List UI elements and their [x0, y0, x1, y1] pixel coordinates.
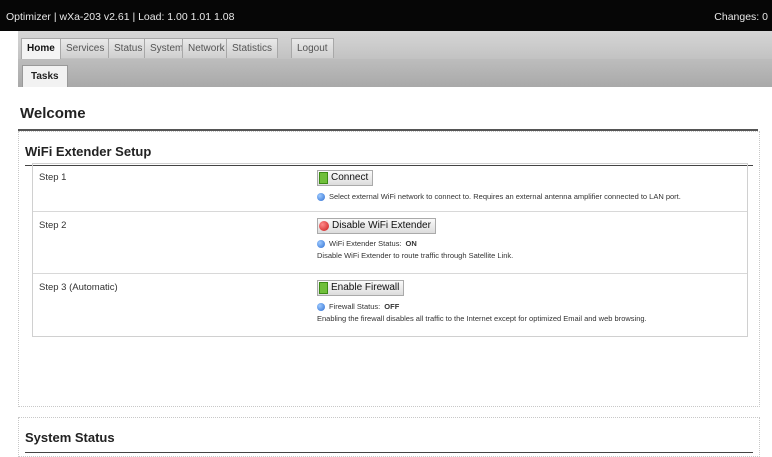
- info-icon: [317, 302, 325, 311]
- device-title: Optimizer | wXa-203 v2.61 | Load: 1.00 1…: [6, 11, 235, 23]
- step-note: Disable WiFi Extender to route traffic t…: [317, 251, 513, 260]
- step-info-text: Select external WiFi network to connect …: [329, 192, 681, 201]
- info-icon: [317, 192, 325, 201]
- step-note: Enabling the firewall disables all traff…: [317, 314, 647, 323]
- content-area: Welcome WiFi Extender Setup Step 1 Conne…: [18, 87, 772, 457]
- sub-menu: Tasks: [18, 59, 772, 87]
- table-row: Step 2 Disable WiFi Extender WiFi Extend…: [33, 212, 747, 274]
- disable-wifi-extender-label: Disable WiFi Extender: [332, 220, 431, 231]
- status-value: ON: [405, 239, 417, 248]
- tab-status[interactable]: Status: [108, 38, 149, 58]
- main-menu: Home Services Status System Network Stat…: [18, 31, 772, 59]
- tab-home[interactable]: Home: [21, 38, 61, 59]
- enable-firewall-button[interactable]: Enable Firewall: [317, 280, 405, 296]
- system-status-section: System Status: [18, 417, 760, 457]
- step-actions: Enable Firewall Firewall Status: OFF Ena…: [317, 280, 647, 323]
- connect-button[interactable]: Connect: [317, 170, 374, 186]
- step-label: Step 3 (Automatic): [39, 282, 118, 293]
- step-info: Select external WiFi network to connect …: [317, 192, 681, 201]
- step-label: Step 1: [39, 172, 67, 183]
- enable-firewall-label: Enable Firewall: [331, 282, 400, 293]
- steps-table: Step 1 Connect Select external WiFi netw…: [32, 163, 748, 337]
- tab-services[interactable]: Services: [60, 38, 111, 58]
- main-panel: Home Services Status System Network Stat…: [18, 31, 772, 457]
- tab-tasks[interactable]: Tasks: [22, 65, 68, 87]
- step-actions: Connect Select external WiFi network to …: [317, 170, 681, 201]
- table-row: Step 3 (Automatic) Enable Firewall Firew…: [33, 274, 747, 336]
- logout-button[interactable]: Logout: [291, 38, 334, 58]
- system-status-heading: System Status: [25, 430, 115, 445]
- wifi-extender-heading: WiFi Extender Setup: [25, 144, 152, 159]
- green-square-icon: [319, 282, 328, 294]
- section-divider: [25, 452, 753, 453]
- red-circle-icon: [319, 221, 329, 231]
- step-label: Step 2: [39, 220, 67, 231]
- wifi-extender-status: WiFi Extender Status: ON: [317, 239, 513, 248]
- step-actions: Disable WiFi Extender WiFi Extender Stat…: [317, 218, 513, 260]
- step-note-text: Enabling the firewall disables all traff…: [317, 314, 647, 323]
- green-square-icon: [319, 172, 328, 184]
- tab-statistics[interactable]: Statistics: [226, 38, 279, 58]
- firewall-status: Firewall Status: OFF: [317, 302, 647, 311]
- status-label: Firewall Status:: [329, 302, 381, 311]
- disable-wifi-extender-button[interactable]: Disable WiFi Extender: [317, 218, 436, 234]
- table-row: Step 1 Connect Select external WiFi netw…: [33, 164, 747, 212]
- step-note-text: Disable WiFi Extender to route traffic t…: [317, 251, 514, 260]
- status-label: WiFi Extender Status:: [329, 239, 402, 248]
- top-status-bar: Optimizer | wXa-203 v2.61 | Load: 1.00 1…: [0, 0, 772, 31]
- info-icon: [317, 239, 325, 248]
- changes-counter[interactable]: Changes: 0: [714, 11, 768, 23]
- page-title: Welcome: [20, 105, 86, 122]
- connect-button-label: Connect: [331, 172, 369, 183]
- tab-network[interactable]: Network: [182, 38, 231, 58]
- status-value: OFF: [384, 302, 400, 311]
